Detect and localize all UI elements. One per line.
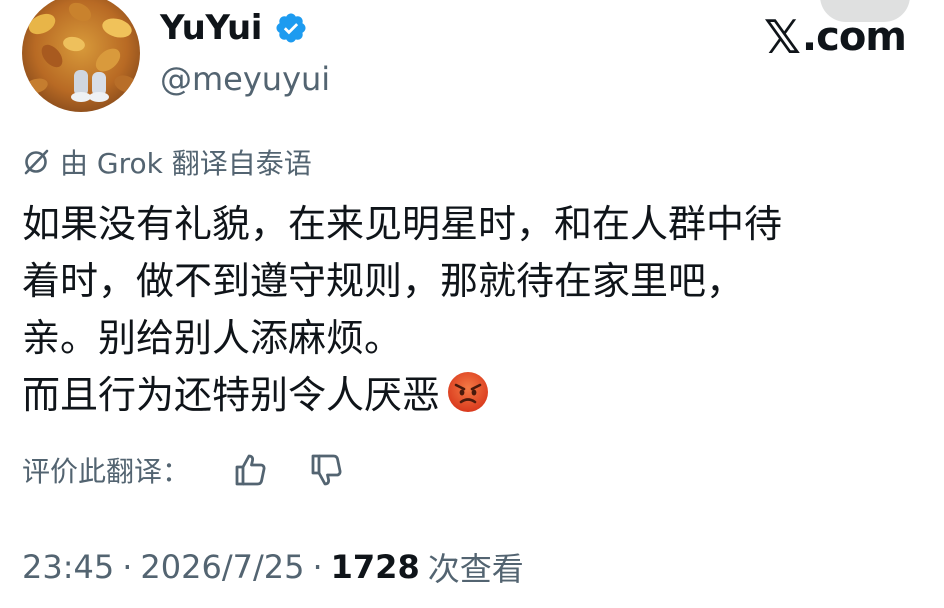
views-label: 次查看 <box>427 550 524 588</box>
tweet-body: 如果没有礼貌，在来见明星时，和在人群中待 着时，做不到遵守规则，那就待在家里吧，… <box>22 196 932 424</box>
brand-domain: .com <box>801 14 907 60</box>
tweet-line: 着时，做不到遵守规则，那就待在家里吧， <box>22 259 745 303</box>
avatar[interactable] <box>22 0 140 112</box>
x-brand-logo: 𝕏 .com <box>763 10 907 64</box>
rate-translation-label: 评价此翻译： <box>22 455 191 488</box>
translation-label: 由 Grok 翻译自泰语 <box>60 147 312 180</box>
tweet-line-last: 而且行为还特别令人厌恶 <box>22 367 932 424</box>
x-logo-icon: 𝕏 <box>763 10 801 64</box>
tweet-line: 如果没有礼貌，在来见明星时，和在人群中待 <box>22 202 783 246</box>
views-count: 1728 <box>330 548 420 586</box>
tweet-card: YuYui @meyuyui 𝕏 .com 由 Grok 翻译自泰语 如果没有礼… <box>0 0 944 608</box>
author-display-name[interactable]: YuYui <box>160 8 262 48</box>
rate-translation-row: 评价此翻译： <box>22 450 346 490</box>
thumbs-down-icon[interactable] <box>306 450 346 490</box>
tweet-time[interactable]: 23:45 <box>22 548 114 586</box>
grok-icon <box>22 148 50 176</box>
angry-face-emoji-icon <box>446 370 490 414</box>
meta-separator: · <box>122 548 133 586</box>
author-handle[interactable]: @meyuyui <box>160 60 330 98</box>
meta-separator: · <box>312 548 323 586</box>
thumbs-up-icon[interactable] <box>230 450 270 490</box>
verified-badge-icon <box>274 11 308 45</box>
translation-notice: 由 Grok 翻译自泰语 <box>22 142 312 182</box>
author-name-row: YuYui <box>160 8 308 48</box>
tweet-line: 亲。别给别人添麻烦。 <box>22 316 403 360</box>
tweet-line-text: 而且行为还特别令人厌恶 <box>22 373 441 417</box>
tweet-date[interactable]: 2026/7/25 <box>140 548 304 586</box>
tweet-meta: 23:45 · 2026/7/25 · 1728 次查看 <box>22 544 524 590</box>
